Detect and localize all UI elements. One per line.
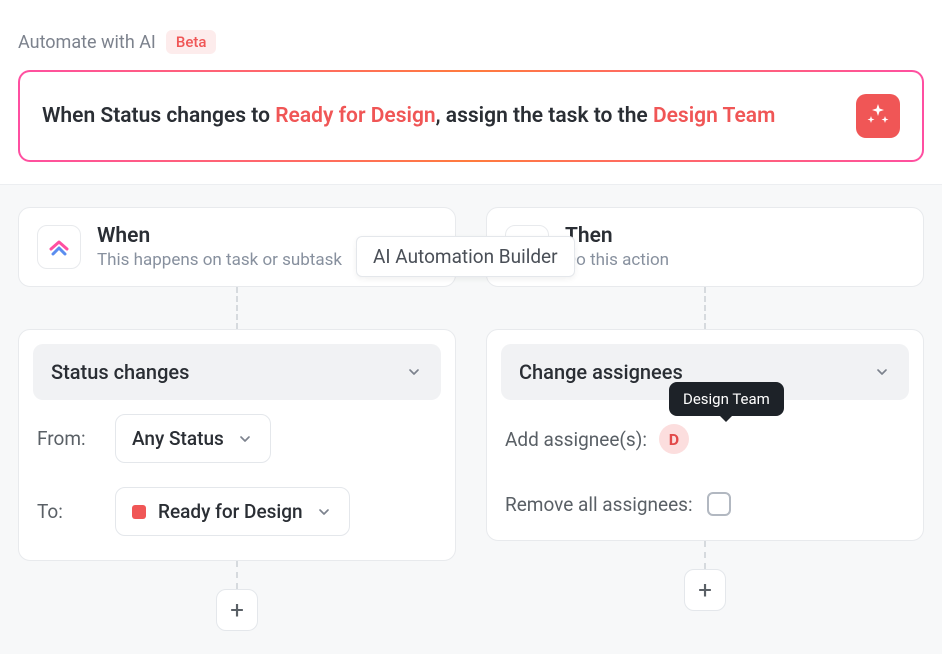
from-label: From: bbox=[37, 427, 99, 450]
connector-line bbox=[704, 287, 706, 329]
trigger-select-label: Status changes bbox=[51, 360, 189, 384]
remove-assignees-checkbox[interactable] bbox=[707, 492, 731, 516]
chevron-down-icon bbox=[315, 503, 333, 521]
to-label: To: bbox=[37, 500, 99, 523]
then-subtitle: Do this action bbox=[565, 250, 669, 270]
action-select-label: Change assignees bbox=[519, 360, 683, 384]
when-app-icon bbox=[37, 225, 81, 269]
add-assignee-label: Add assignee(s): bbox=[505, 428, 647, 451]
plus-icon: + bbox=[230, 596, 244, 624]
from-row: From: Any Status bbox=[33, 414, 441, 463]
from-status-value: Any Status bbox=[132, 427, 224, 450]
connector-line bbox=[236, 561, 238, 589]
when-body-card: Status changes From: Any Status To: bbox=[18, 329, 456, 561]
chevron-down-icon bbox=[236, 430, 254, 448]
chevron-down-icon bbox=[873, 363, 891, 381]
assignee-initial: D bbox=[669, 430, 679, 449]
sparkle-icon bbox=[866, 102, 890, 130]
trigger-select[interactable]: Status changes bbox=[33, 344, 441, 400]
ai-prompt-text: When Status changes to Ready for Design,… bbox=[42, 102, 775, 130]
assignee-avatar[interactable]: D bbox=[659, 424, 689, 454]
page-title: Automate with AI bbox=[18, 32, 156, 53]
assignee-tooltip: Design Team bbox=[669, 382, 784, 416]
to-row: To: Ready for Design bbox=[33, 487, 441, 536]
connector-line bbox=[236, 287, 238, 329]
then-title: Then bbox=[565, 224, 669, 248]
ai-prompt-bar[interactable]: When Status changes to Ready for Design,… bbox=[18, 70, 924, 162]
chevron-down-icon bbox=[405, 363, 423, 381]
remove-assignees-label: Remove all assignees: bbox=[505, 493, 693, 516]
remove-assignees-row: Remove all assignees: bbox=[501, 492, 909, 516]
to-status-value: Ready for Design bbox=[158, 500, 303, 523]
page-header: Automate with AI Beta bbox=[0, 0, 942, 62]
connector-line bbox=[704, 541, 706, 569]
beta-badge: Beta bbox=[166, 30, 217, 54]
plus-icon: + bbox=[698, 576, 712, 604]
add-trigger-button[interactable]: + bbox=[216, 589, 258, 631]
when-title: When bbox=[97, 224, 342, 248]
ai-generate-button[interactable] bbox=[856, 94, 900, 138]
when-subtitle: This happens on task or subtask bbox=[97, 250, 342, 270]
add-action-button[interactable]: + bbox=[684, 569, 726, 611]
status-color-swatch bbox=[132, 505, 146, 519]
ai-builder-floating-label: AI Automation Builder bbox=[356, 236, 575, 277]
to-status-select[interactable]: Ready for Design bbox=[115, 487, 350, 536]
from-status-select[interactable]: Any Status bbox=[115, 414, 271, 463]
then-body-card: Change assignees Design Team Add assigne… bbox=[486, 329, 924, 541]
add-assignee-row: Design Team Add assignee(s): D bbox=[501, 424, 909, 454]
